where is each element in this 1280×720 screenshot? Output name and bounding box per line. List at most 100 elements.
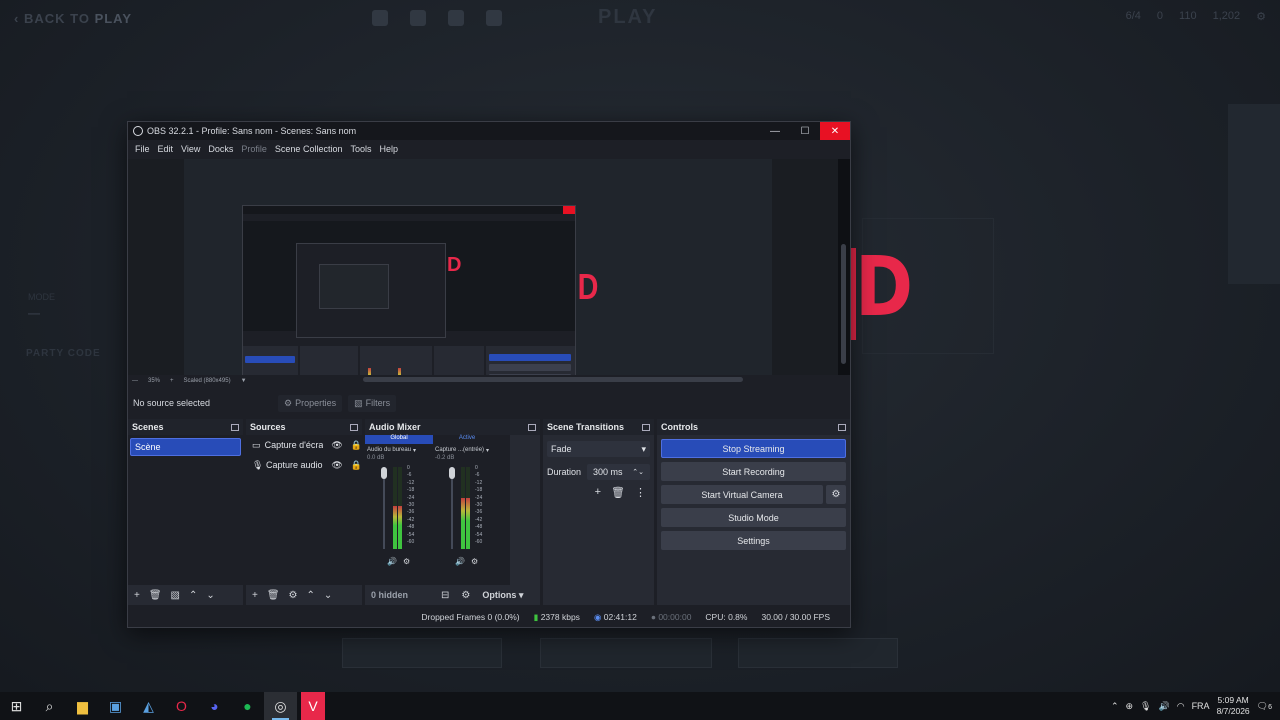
notification-badge[interactable]: 🗨6: [1257, 701, 1272, 712]
clock[interactable]: 5:09 AM 8/7/2026: [1217, 695, 1250, 717]
lock-icon[interactable]: 🔒: [351, 440, 362, 451]
up-arrow-icon[interactable]: ⌃: [307, 590, 315, 601]
preview-horizontal-scrollbar[interactable]: [363, 377, 743, 382]
add-icon[interactable]: +: [252, 590, 258, 601]
virtual-camera-gear-icon[interactable]: ⚙: [826, 485, 846, 504]
trash-icon[interactable]: 🗑: [149, 590, 162, 601]
add-icon[interactable]: +: [134, 590, 140, 601]
add-icon[interactable]: +: [595, 486, 601, 499]
store-icon[interactable]: ▣: [99, 692, 132, 720]
trash-icon[interactable]: 🗑: [611, 486, 625, 499]
channel-name[interactable]: Audio du bureau ▾: [367, 445, 435, 455]
menu-view[interactable]: View: [177, 144, 204, 154]
zoom-in-icon[interactable]: +: [170, 378, 174, 384]
close-icon[interactable]: ✕: [820, 122, 850, 140]
stop-streaming-button[interactable]: Stop Streaming: [661, 439, 846, 458]
tab-active[interactable]: Active: [433, 435, 501, 444]
eye-icon[interactable]: 👁: [331, 440, 342, 451]
home-icon[interactable]: [372, 10, 388, 26]
obs-titlebar[interactable]: OBS 32.2.1 - Profile: Sans nom - Scenes:…: [128, 122, 850, 140]
up-arrow-icon[interactable]: ⌃: [189, 590, 197, 601]
undock-icon[interactable]: [642, 423, 650, 431]
network-icon[interactable]: ⊕: [1126, 701, 1134, 712]
menu-edit[interactable]: Edit: [154, 144, 178, 154]
leave-party-button[interactable]: [738, 638, 898, 668]
menu-file[interactable]: File: [131, 144, 154, 154]
zoom-out-icon[interactable]: —: [132, 378, 138, 384]
volume-slider-handle[interactable]: [381, 467, 387, 479]
scale-dropdown-icon[interactable]: ▼: [241, 378, 247, 384]
source-item-audio-capture[interactable]: 🎙 Capture audio 👁 🔒: [246, 455, 362, 475]
channel-gear-icon[interactable]: ⚙: [471, 557, 478, 566]
file-explorer-icon[interactable]: ▆: [66, 692, 99, 720]
advanced-audio-icon[interactable]: ⚙: [461, 590, 470, 601]
obs-icon[interactable]: ◎: [264, 692, 297, 720]
language-indicator[interactable]: FRA: [1192, 701, 1210, 711]
studio-mode-button[interactable]: Studio Mode: [661, 508, 846, 527]
options-button[interactable]: Options ▾: [482, 590, 523, 601]
menu-tools[interactable]: Tools: [346, 144, 375, 154]
undock-icon[interactable]: [231, 423, 239, 431]
eye-icon[interactable]: 👁: [331, 460, 342, 471]
start-virtual-camera-button[interactable]: Start Virtual Camera: [661, 485, 823, 504]
trash-icon[interactable]: 🗑: [267, 590, 280, 601]
duration-input[interactable]: 300 ms ⌃⌄: [587, 464, 650, 480]
volume-slider[interactable]: [451, 467, 453, 549]
properties-label: Properties: [295, 398, 337, 408]
agents-icon[interactable]: [448, 10, 464, 26]
scenes-list: Scène: [128, 435, 243, 585]
filters-button[interactable]: ▧ Filters: [348, 394, 397, 412]
discord-icon[interactable]: ◕: [198, 692, 231, 720]
settings-button[interactable]: Settings: [661, 531, 846, 550]
properties-button[interactable]: ⚙ Properties: [278, 394, 343, 412]
scene-item[interactable]: Scène: [130, 438, 241, 456]
obs-window[interactable]: OBS 32.2.1 - Profile: Sans nom - Scenes:…: [127, 121, 851, 628]
gear-icon[interactable]: ⚙: [289, 590, 298, 601]
start-recording-button[interactable]: Start Recording: [661, 462, 846, 481]
volume-slider[interactable]: [383, 467, 385, 549]
undock-icon[interactable]: [350, 423, 358, 431]
lock-icon[interactable]: 🔒: [351, 460, 362, 471]
menu-docks[interactable]: Docks: [204, 144, 237, 154]
start-button[interactable]: [540, 638, 712, 668]
speaker-icon[interactable]: 🔊: [455, 557, 465, 566]
filter-icon[interactable]: ▧: [171, 590, 180, 601]
app-icon[interactable]: ◭: [132, 692, 165, 720]
spotify-icon[interactable]: ●: [231, 692, 264, 720]
back-to-play-button[interactable]: ‹ BACK TO PLAY: [14, 11, 132, 26]
wifi-icon[interactable]: ◠: [1177, 701, 1185, 712]
menu-help[interactable]: Help: [375, 144, 402, 154]
menu-scene-collection[interactable]: Scene Collection: [271, 144, 347, 154]
practice-button[interactable]: [342, 638, 502, 668]
down-arrow-icon[interactable]: ⌄: [206, 590, 214, 601]
chevron-up-icon[interactable]: ⌃: [1111, 701, 1119, 712]
tag-icon[interactable]: [410, 10, 426, 26]
preview-vertical-scrollbar[interactable]: [841, 244, 846, 364]
speaker-icon[interactable]: 🔊: [387, 557, 397, 566]
play-tab[interactable]: PLAY: [598, 6, 658, 29]
undock-icon[interactable]: [528, 423, 536, 431]
volume-icon[interactable]: 🔊: [1158, 701, 1169, 712]
minimize-icon[interactable]: —: [760, 122, 790, 140]
search-icon[interactable]: ⌕: [33, 692, 66, 720]
channel-gear-icon[interactable]: ⚙: [403, 557, 410, 566]
volume-slider-handle[interactable]: [449, 467, 455, 479]
gear-icon[interactable]: ⚙: [1256, 10, 1266, 23]
career-icon[interactable]: [486, 10, 502, 26]
channel-name[interactable]: Capture ...(entrée) ▾: [435, 445, 503, 455]
maximize-icon[interactable]: ☐: [790, 122, 820, 140]
transition-select[interactable]: Fade ▾: [547, 441, 650, 457]
valorant-icon[interactable]: V: [301, 692, 325, 720]
stepper-icon[interactable]: ⌃⌄: [632, 468, 644, 476]
opera-gx-icon[interactable]: O: [165, 692, 198, 720]
layout-icon[interactable]: ⊟: [441, 590, 449, 601]
preview-canvas[interactable]: D D: [128, 159, 850, 375]
more-icon[interactable]: ⋮: [635, 486, 646, 499]
tab-global[interactable]: Global: [365, 435, 433, 444]
menu-profile[interactable]: Profile: [237, 144, 271, 154]
down-arrow-icon[interactable]: ⌄: [324, 590, 332, 601]
source-item-screen-capture[interactable]: ▭ Capture d'écra 👁 🔒: [246, 435, 362, 455]
undock-icon[interactable]: [838, 423, 846, 431]
microphone-icon[interactable]: 🎙: [1140, 701, 1151, 712]
start-icon[interactable]: ⊞: [0, 692, 33, 720]
